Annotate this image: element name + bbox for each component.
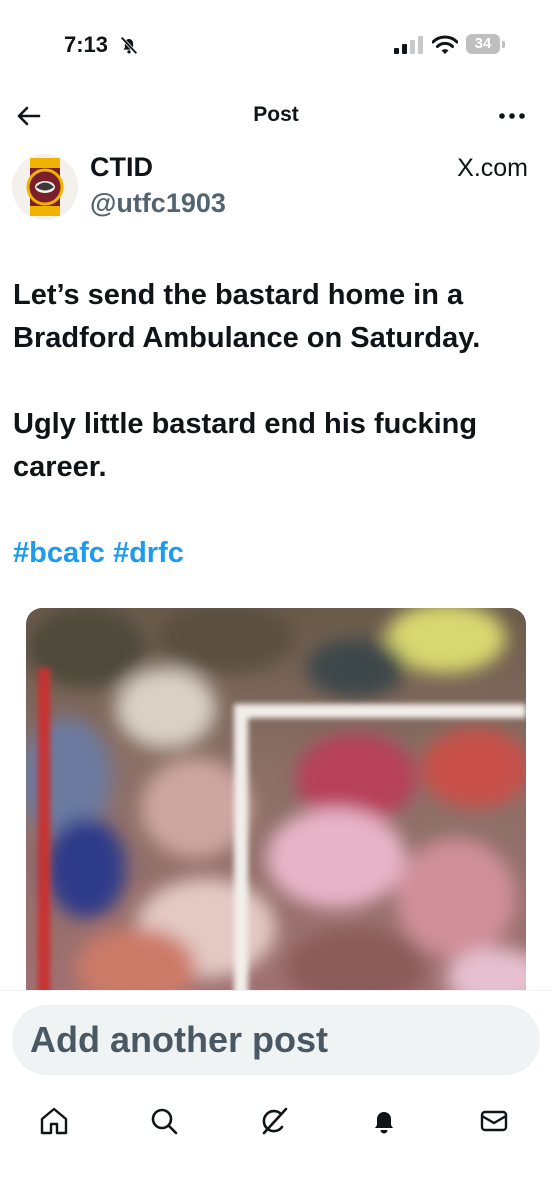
post-text-line: Ugly little bastard end his fucking bbox=[13, 408, 478, 440]
home-icon[interactable] bbox=[38, 1105, 70, 1137]
cellular-signal-icon bbox=[394, 36, 423, 54]
hashtag-link[interactable]: #bcafc bbox=[13, 537, 105, 569]
wifi-icon bbox=[432, 35, 458, 54]
bell-slash-icon bbox=[120, 36, 138, 55]
avatar[interactable] bbox=[12, 154, 78, 220]
blurred-football-goal-image bbox=[26, 608, 526, 1000]
hashtag-link[interactable]: #drfc bbox=[113, 537, 184, 569]
author-name[interactable]: CTID bbox=[90, 152, 153, 183]
battery-tip bbox=[502, 41, 505, 48]
page-title: Post bbox=[253, 103, 299, 126]
source-label: X.com bbox=[457, 154, 528, 182]
bottom-bar: Add another post bbox=[0, 990, 552, 1201]
post-text-line: Let’s send the bastard home in a bbox=[13, 279, 464, 311]
nav-header: Post bbox=[0, 90, 552, 140]
post-text-line: Bradford Ambulance on Saturday. bbox=[13, 322, 481, 354]
battery-level: 34 bbox=[474, 35, 492, 52]
post-text-line: career. bbox=[13, 451, 107, 483]
hashtags-line: #bcafc #drfc bbox=[13, 532, 543, 575]
more-options-icon[interactable] bbox=[496, 104, 528, 128]
messages-icon[interactable] bbox=[478, 1105, 510, 1137]
add-post-placeholder: Add another post bbox=[30, 1019, 328, 1060]
status-time: 7:13 bbox=[64, 32, 109, 57]
add-post-input[interactable]: Add another post bbox=[12, 1005, 540, 1075]
post-author: CTID @utfc1903 X.com bbox=[0, 148, 552, 228]
club-crest-avatar bbox=[12, 154, 78, 220]
battery-indicator: 34 bbox=[466, 34, 506, 56]
search-icon[interactable] bbox=[148, 1105, 180, 1137]
grok-icon[interactable] bbox=[258, 1105, 290, 1137]
notifications-icon[interactable] bbox=[368, 1105, 400, 1137]
tab-bar bbox=[0, 1099, 552, 1143]
author-handle[interactable]: @utfc1903 bbox=[90, 188, 226, 219]
post-text: Let’s send the bastard home in a Bradfor… bbox=[13, 274, 543, 575]
post-media-image[interactable] bbox=[26, 608, 526, 1000]
status-bar: 7:13 34 bbox=[0, 0, 552, 90]
